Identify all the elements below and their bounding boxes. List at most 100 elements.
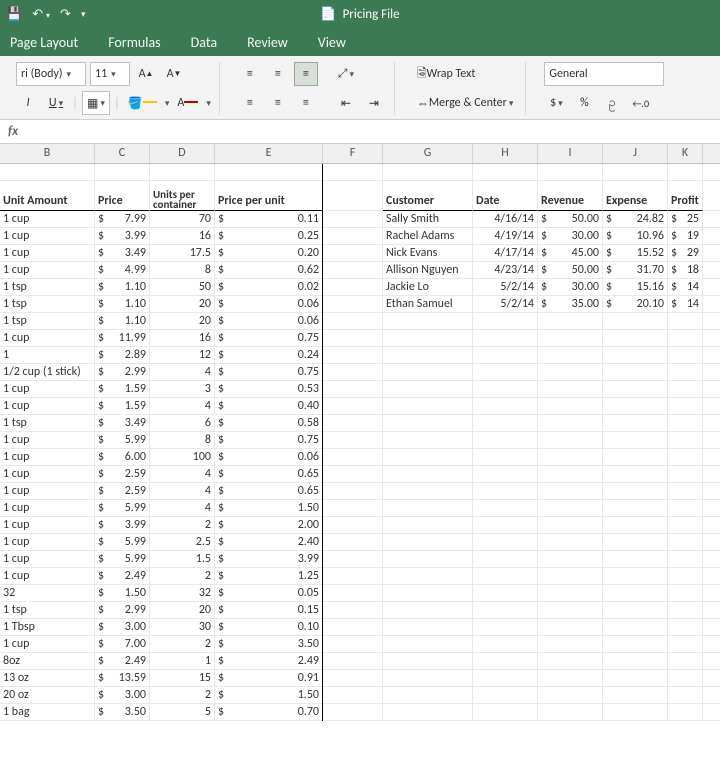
cell[interactable] — [383, 636, 473, 653]
cell[interactable] — [323, 704, 383, 721]
cell[interactable]: Rachel Adams — [383, 228, 473, 245]
cell[interactable]: 1 cup — [0, 449, 95, 466]
cell[interactable]: 4/23/14 — [473, 262, 538, 279]
cell[interactable]: 0.53 — [215, 381, 323, 398]
cell[interactable] — [603, 653, 668, 670]
cell[interactable]: 1 — [0, 347, 95, 364]
cell[interactable] — [473, 619, 538, 636]
cell[interactable]: 1.59 — [95, 381, 150, 398]
cell[interactable] — [473, 415, 538, 432]
cell[interactable] — [323, 619, 383, 636]
cell[interactable]: 1 tsp — [0, 279, 95, 296]
spreadsheet[interactable]: BCDEFGHIJK Unit AmountPriceUnits per con… — [0, 144, 720, 774]
decrease-font-button[interactable]: A▼ — [162, 62, 186, 86]
cell[interactable]: 1.50 — [215, 500, 323, 517]
cell[interactable] — [383, 687, 473, 704]
cell[interactable]: 1 cup — [0, 262, 95, 279]
cell[interactable]: 4 — [150, 483, 215, 500]
cell[interactable]: 50 — [150, 279, 215, 296]
cell[interactable]: 1.50 — [95, 585, 150, 602]
cell[interactable] — [603, 500, 668, 517]
cell[interactable] — [383, 551, 473, 568]
cell[interactable] — [538, 347, 603, 364]
cell[interactable] — [383, 415, 473, 432]
cell[interactable] — [603, 449, 668, 466]
cell[interactable] — [323, 687, 383, 704]
cell[interactable]: 24.82 — [603, 211, 668, 228]
cell[interactable] — [323, 364, 383, 381]
cell[interactable]: 4 — [150, 398, 215, 415]
cell[interactable] — [538, 330, 603, 347]
cell[interactable] — [668, 313, 703, 330]
cell[interactable] — [538, 602, 603, 619]
cell[interactable] — [323, 517, 383, 534]
cell[interactable] — [603, 670, 668, 687]
increase-decimal-button[interactable]: ←.0 — [628, 91, 653, 115]
cell[interactable] — [323, 262, 383, 279]
cell[interactable]: 1.10 — [95, 279, 150, 296]
cell[interactable] — [323, 181, 383, 211]
cell[interactable] — [603, 466, 668, 483]
formula-input[interactable] — [28, 122, 712, 142]
cell[interactable]: Price — [95, 181, 150, 211]
cell[interactable] — [383, 398, 473, 415]
cell[interactable] — [668, 432, 703, 449]
cell[interactable] — [383, 602, 473, 619]
cell[interactable]: 2.89 — [95, 347, 150, 364]
cell[interactable]: 1 — [150, 653, 215, 670]
cell[interactable] — [538, 619, 603, 636]
cell[interactable] — [473, 687, 538, 704]
cell[interactable] — [603, 534, 668, 551]
cell[interactable]: 100 — [150, 449, 215, 466]
align-top-button[interactable]: ≡ — [238, 62, 262, 86]
cell[interactable]: 15 — [150, 670, 215, 687]
cell[interactable] — [473, 568, 538, 585]
cell[interactable]: 3.50 — [215, 636, 323, 653]
cell[interactable]: 31.70 — [603, 262, 668, 279]
cell[interactable]: 13 oz — [0, 670, 95, 687]
cell[interactable] — [603, 381, 668, 398]
font-size-combo[interactable]: 11▾ — [90, 62, 130, 86]
cell[interactable]: 45.00 — [538, 245, 603, 262]
cell[interactable]: 2.99 — [95, 602, 150, 619]
merge-center-button[interactable]: ⇔ Merge & Center ▾ — [413, 91, 518, 115]
cell[interactable] — [383, 585, 473, 602]
cell[interactable]: 3 — [150, 381, 215, 398]
tab-data[interactable]: Data — [191, 34, 217, 51]
cell[interactable]: 4 — [150, 466, 215, 483]
cell[interactable]: 0.91 — [215, 670, 323, 687]
cell[interactable] — [538, 636, 603, 653]
cell[interactable]: 7.00 — [95, 636, 150, 653]
cell[interactable]: 1.10 — [95, 313, 150, 330]
cell[interactable]: 5 — [150, 704, 215, 721]
cell[interactable]: 2.00 — [215, 517, 323, 534]
cell[interactable]: 1 cup — [0, 568, 95, 585]
cell[interactable] — [150, 164, 215, 181]
cell[interactable]: 15.52 — [603, 245, 668, 262]
cell[interactable]: 0.06 — [215, 313, 323, 330]
cell[interactable] — [323, 551, 383, 568]
cell[interactable] — [323, 296, 383, 313]
cell[interactable]: 0.05 — [215, 585, 323, 602]
cell[interactable] — [383, 670, 473, 687]
col-header-F[interactable]: F — [323, 144, 383, 163]
cell[interactable]: 1 Tbsp — [0, 619, 95, 636]
cell[interactable] — [383, 704, 473, 721]
cell[interactable] — [668, 449, 703, 466]
cell[interactable] — [538, 585, 603, 602]
cell[interactable] — [603, 585, 668, 602]
cell[interactable]: 1 cup — [0, 228, 95, 245]
cell[interactable]: 8 — [150, 432, 215, 449]
undo-icon[interactable]: ↶ ▾ — [32, 7, 50, 22]
cell[interactable]: 3.00 — [95, 687, 150, 704]
cell[interactable]: 3.49 — [95, 415, 150, 432]
cell[interactable]: 1 tsp — [0, 415, 95, 432]
cell[interactable]: Allison Nguyen — [383, 262, 473, 279]
cell[interactable] — [323, 653, 383, 670]
cell[interactable]: 14 — [668, 296, 703, 313]
cell[interactable]: 4.99 — [95, 262, 150, 279]
cell[interactable]: 30 — [150, 619, 215, 636]
cell[interactable]: 2.59 — [95, 483, 150, 500]
number-format-combo[interactable]: General — [544, 62, 664, 86]
cell[interactable] — [538, 534, 603, 551]
